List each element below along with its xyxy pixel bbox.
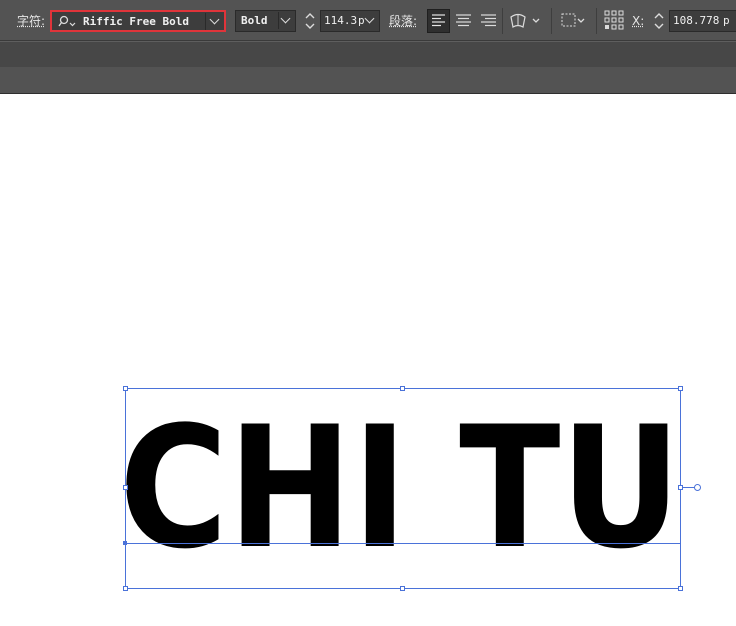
resize-handle-top-right[interactable] (678, 386, 683, 391)
paragraph-label: 段落: (389, 14, 418, 28)
reference-point-button[interactable] (603, 9, 625, 33)
font-search-icon[interactable] (58, 15, 78, 29)
font-size-field[interactable]: 114.3 p (320, 10, 380, 32)
font-style-value: Bold (241, 14, 268, 27)
resize-handle-middle-left[interactable] (123, 485, 128, 490)
align-center-button[interactable] (452, 9, 475, 33)
resize-handle-bottom-right[interactable] (678, 586, 683, 591)
dropdown-divider (278, 12, 279, 29)
canvas-text-content: CHI TU (119, 390, 681, 586)
separator (551, 8, 552, 34)
resize-handle-bottom-left[interactable] (123, 586, 128, 591)
character-label: 字符: (17, 14, 46, 28)
font-family-dropdown[interactable]: Riffic Free Bold (50, 10, 226, 32)
font-family-value: Riffic Free Bold (83, 15, 189, 28)
x-label: X: (632, 14, 645, 28)
transform-box-button[interactable] (559, 10, 591, 32)
rotation-handle-stem (681, 487, 695, 488)
text-warp-button[interactable] (509, 10, 545, 32)
panel-strip (0, 67, 736, 94)
x-position-field[interactable]: 108.778 p (669, 10, 736, 32)
x-stepper[interactable] (652, 10, 666, 32)
dropdown-divider (205, 13, 206, 30)
text-baseline (125, 543, 681, 544)
chevron-down-icon[interactable] (209, 14, 220, 25)
resize-handle-middle-right[interactable] (678, 485, 683, 490)
align-left-icon (432, 14, 445, 27)
rotation-handle[interactable] (694, 484, 701, 491)
font-size-unit: p (358, 14, 365, 27)
align-center-icon (456, 14, 471, 27)
separator (596, 8, 597, 34)
baseline-anchor (123, 541, 127, 545)
font-style-dropdown[interactable]: Bold (235, 10, 296, 32)
transform-box-icon (561, 13, 585, 27)
reference-point-icon (604, 10, 624, 30)
separator (502, 8, 503, 34)
x-position-unit: p (723, 14, 730, 27)
chevron-down-icon[interactable] (280, 13, 291, 24)
control-bar: 字符: Riffic Free Bold Bold 114.3 p 段落: X:… (0, 0, 736, 41)
resize-handle-bottom-center[interactable] (400, 586, 405, 591)
resize-handle-top-left[interactable] (123, 386, 128, 391)
document-tab-bar (0, 41, 736, 67)
font-size-value: 114.3 (324, 14, 358, 27)
resize-handle-top-center[interactable] (400, 386, 405, 391)
align-right-button[interactable] (477, 9, 500, 33)
align-left-button[interactable] (427, 9, 450, 33)
font-size-stepper[interactable] (303, 10, 317, 32)
align-right-icon (481, 14, 496, 27)
text-warp-icon (510, 13, 540, 28)
text-object[interactable]: CHI TU (119, 388, 685, 586)
x-position-value: 108.778 (673, 14, 720, 27)
chevron-down-icon[interactable] (364, 13, 375, 24)
